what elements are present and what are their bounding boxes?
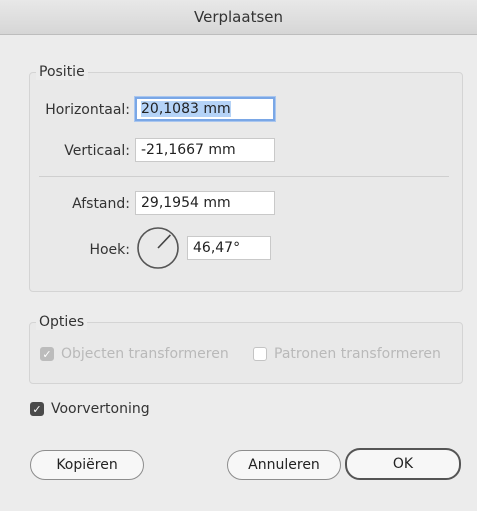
- horizontal-input[interactable]: 20,1083 mm: [135, 97, 275, 121]
- vertical-input[interactable]: -21,1667 mm: [135, 138, 275, 162]
- transform-patterns-checkbox[interactable]: [253, 347, 267, 361]
- transform-objects-checkbox[interactable]: ✓: [40, 347, 54, 361]
- preview-checkbox[interactable]: ✓: [30, 402, 44, 416]
- position-legend: Positie: [36, 64, 88, 80]
- horizontal-value: 20,1083 mm: [141, 101, 231, 117]
- angle-input[interactable]: 46,47°: [187, 236, 271, 260]
- checkmark-icon: ✓: [42, 347, 52, 361]
- preview-label: Voorvertoning: [51, 401, 150, 417]
- distance-label: Afstand:: [72, 196, 130, 212]
- checkmark-icon: ✓: [32, 402, 42, 416]
- position-divider: [39, 176, 449, 177]
- transform-objects-label: Objecten transformeren: [61, 346, 229, 362]
- distance-input[interactable]: 29,1954 mm: [135, 191, 275, 215]
- title-bar: Verplaatsen: [0, 0, 477, 35]
- copy-button[interactable]: Kopiëren: [30, 450, 144, 480]
- ok-button[interactable]: OK: [345, 448, 461, 480]
- horizontal-label: Horizontaal:: [45, 102, 130, 118]
- vertical-label: Verticaal:: [64, 143, 130, 159]
- transform-patterns-label: Patronen transformeren: [274, 346, 441, 362]
- options-legend: Opties: [36, 314, 88, 330]
- angle-dial-icon[interactable]: [135, 225, 181, 271]
- angle-label: Hoek:: [89, 242, 130, 258]
- cancel-button[interactable]: Annuleren: [227, 450, 341, 480]
- window-title: Verplaatsen: [194, 8, 283, 26]
